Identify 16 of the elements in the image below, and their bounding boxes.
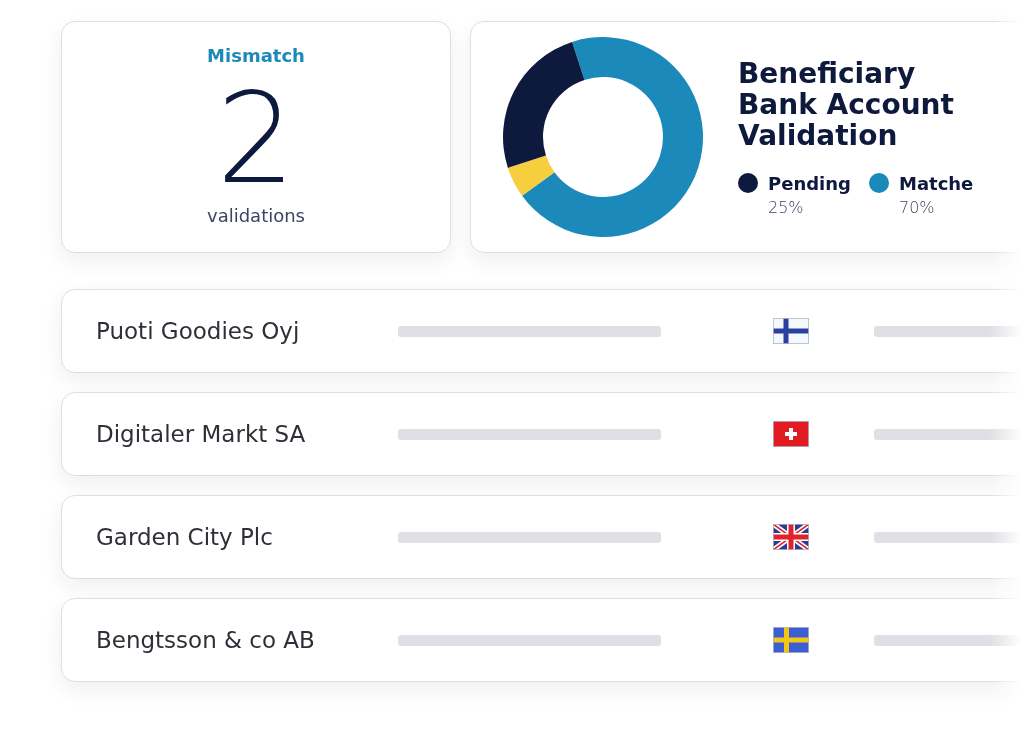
company-name: Puoti Goodies Oyj [96,318,301,344]
swiss-flag-icon [773,421,809,447]
finnish-flag-icon [773,318,809,344]
british-flag-icon [773,524,809,550]
swedish-flag-icon [773,627,809,653]
count-caption: validations [207,204,305,228]
legend-label: Matche [898,172,974,194]
count-number: 2 [216,74,296,204]
company-name: Digitaler Markt SA [96,421,307,447]
company-name: Garden City Plc [96,524,274,550]
card-label: Mismatch [207,44,305,68]
legend-value: 70% [898,197,936,217]
legend-value: 25% [768,197,805,217]
chart-title: Beneficiary Bank Account Validation [738,57,955,151]
company-name: Bengtsson & co AB [96,627,316,653]
legend-label: Pending [768,172,851,194]
